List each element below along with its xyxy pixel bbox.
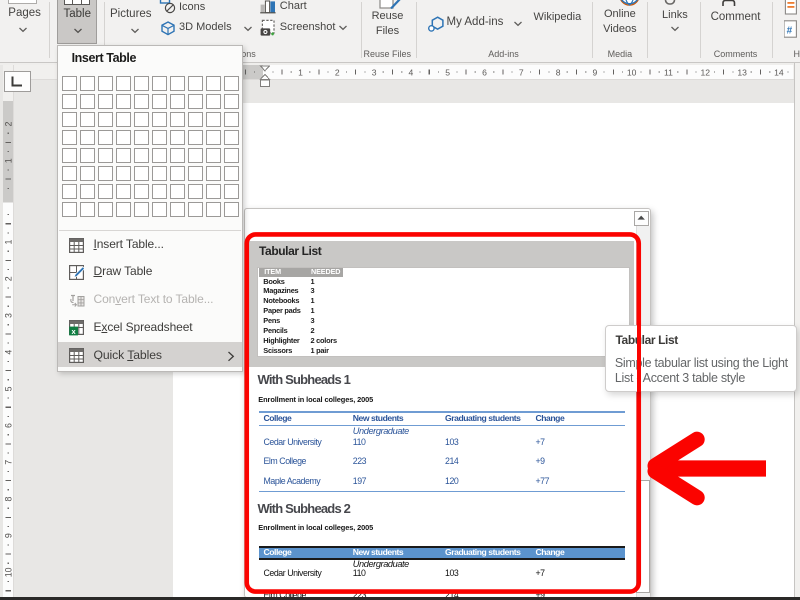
svg-text:4: 4 — [409, 68, 414, 78]
svg-text:2: 2 — [3, 121, 13, 126]
svg-text:10: 10 — [627, 68, 637, 78]
svg-text:9: 9 — [3, 533, 13, 538]
svg-text:3: 3 — [3, 313, 13, 318]
svg-text:8: 8 — [556, 68, 561, 78]
svg-text:10: 10 — [3, 567, 13, 577]
svg-text:6: 6 — [482, 68, 487, 78]
svg-text:6: 6 — [3, 423, 13, 428]
svg-text:7: 7 — [3, 460, 13, 465]
svg-text:2: 2 — [335, 68, 340, 78]
svg-text:1: 1 — [3, 158, 13, 163]
svg-text:8: 8 — [3, 496, 13, 501]
svg-text:5: 5 — [3, 386, 13, 391]
svg-text:1: 1 — [298, 68, 303, 78]
svg-text:14: 14 — [774, 68, 784, 78]
svg-text:13: 13 — [737, 68, 747, 78]
svg-text:3: 3 — [372, 68, 377, 78]
svg-text:7: 7 — [519, 68, 524, 78]
svg-text:5: 5 — [445, 68, 450, 78]
svg-text:1: 1 — [3, 240, 13, 245]
svg-text:11: 11 — [664, 68, 673, 78]
svg-text:12: 12 — [701, 68, 711, 78]
svg-text:2: 2 — [3, 276, 13, 281]
svg-text:9: 9 — [593, 68, 598, 78]
svg-text:4: 4 — [3, 350, 13, 355]
